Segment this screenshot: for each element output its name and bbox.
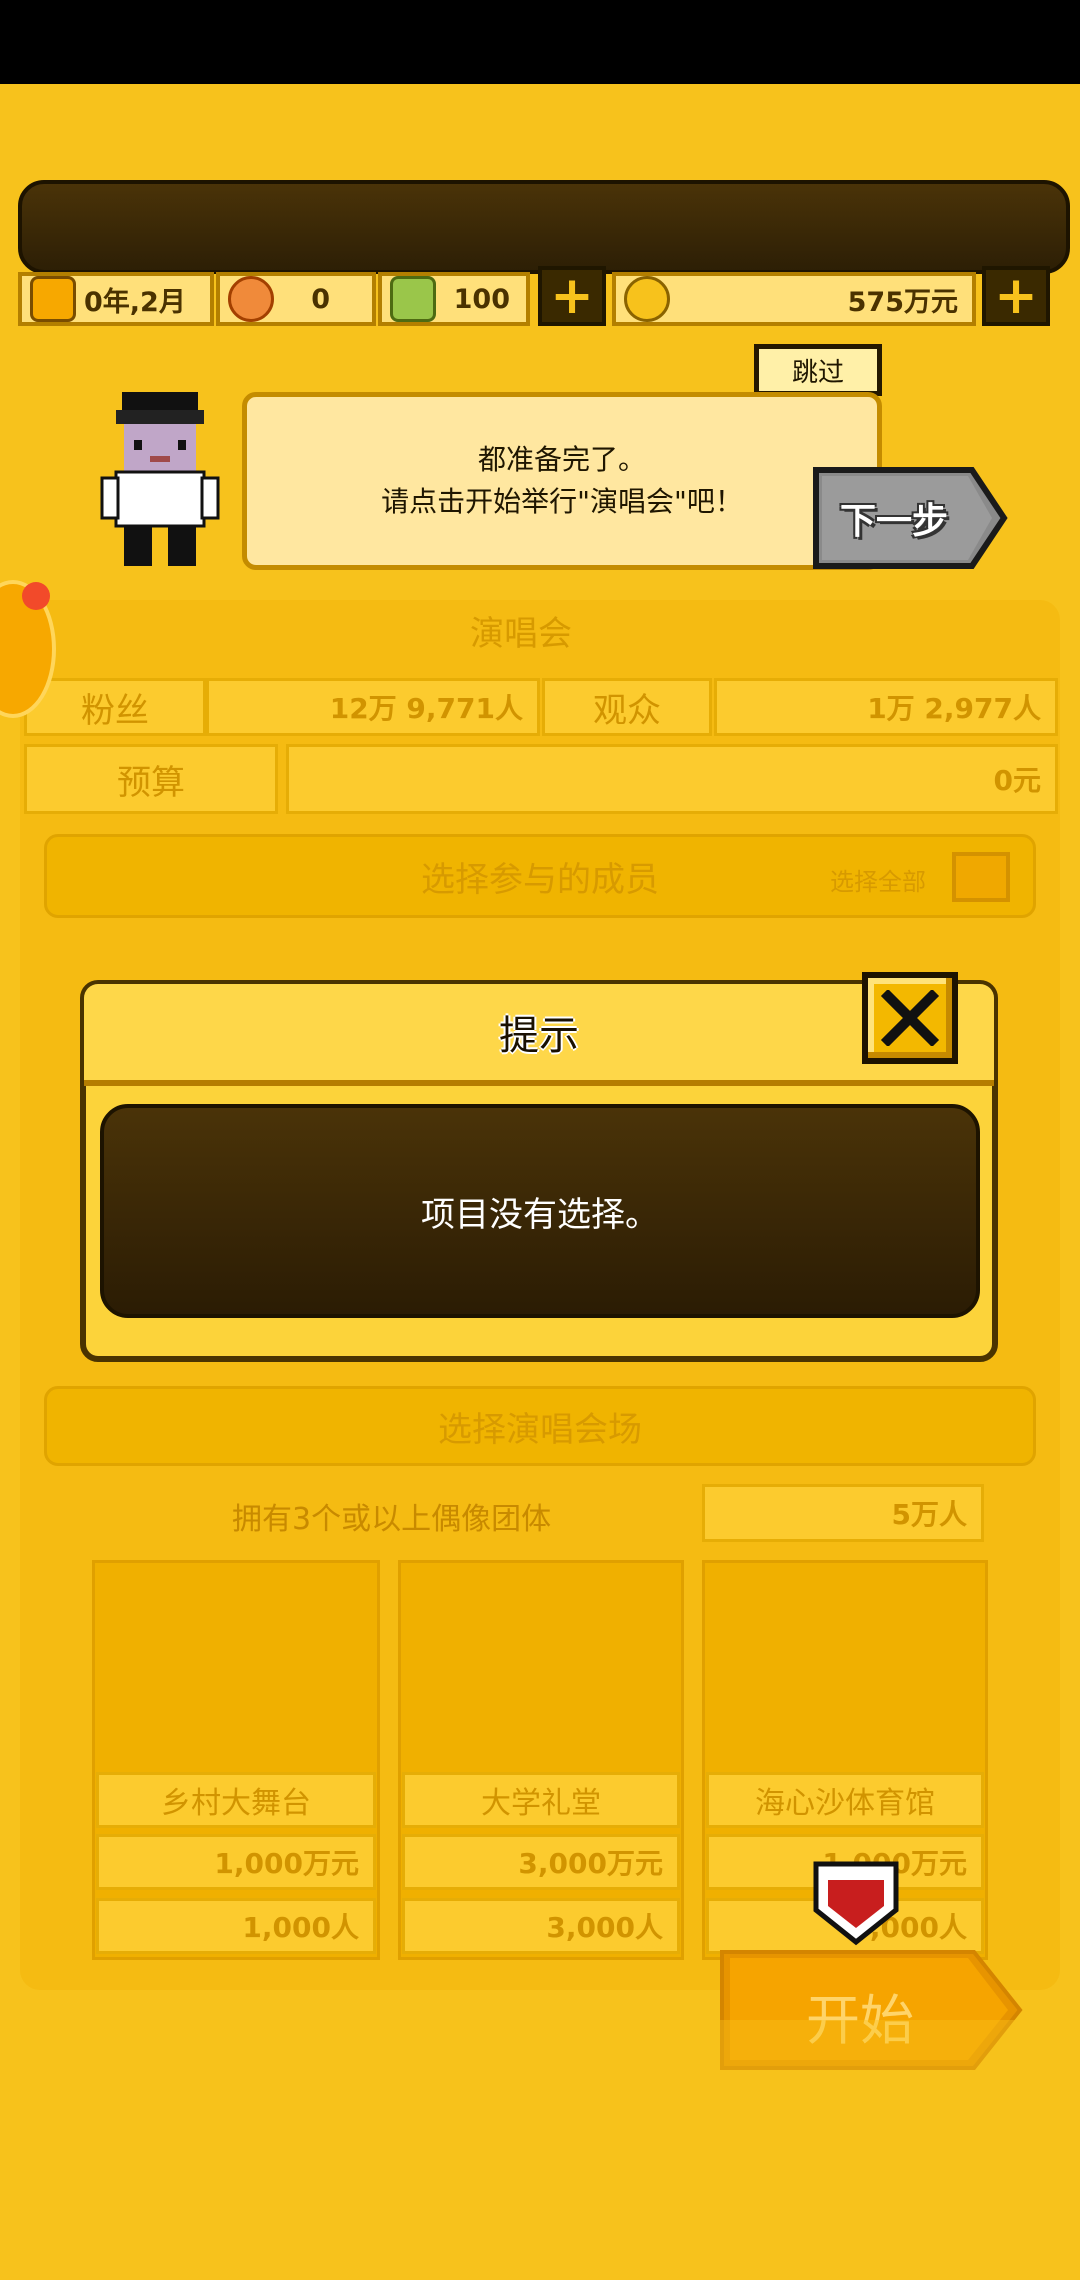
venue-2-cost: 3,000万元 — [402, 1834, 680, 1890]
hint-dialog-title: 提示 — [84, 984, 994, 1086]
concert-section-title: 演唱会 — [470, 614, 572, 654]
resource-a-display: 0 — [216, 272, 376, 326]
select-all-checkbox[interactable] — [952, 852, 1010, 902]
budget-value: 0元 — [286, 744, 1058, 814]
next-step-label: 下一步 — [840, 501, 949, 542]
gem-orange-icon — [228, 276, 274, 322]
resource-b-value: 100 — [453, 283, 510, 315]
venue-2-name: 大学礼堂 — [402, 1772, 680, 1828]
venue-1-name: 乡村大舞台 — [96, 1772, 376, 1828]
date-text: 0年,2月 — [84, 286, 186, 318]
resource-b-display: 100 — [378, 272, 530, 326]
ticket-green-icon — [390, 276, 436, 322]
add-resource-button[interactable]: + — [538, 266, 606, 326]
fans-label: 粉丝 — [24, 678, 206, 736]
bottom-nav — [0, 2020, 1080, 2200]
fans-value: 12万 9,771人 — [206, 678, 540, 736]
budget-label: 预算 — [24, 744, 278, 814]
next-step-button[interactable]: 下一步 — [812, 466, 1008, 570]
title-bar — [18, 180, 1070, 274]
audience-value: 1万 2,977人 — [714, 678, 1058, 736]
tutorial-line-2: 请点击开始举行"演唱会"吧！ — [381, 485, 743, 518]
manager-character — [100, 392, 220, 568]
venue-section-header: 选择演唱会场 — [44, 1386, 1036, 1466]
add-money-button[interactable]: + — [982, 266, 1050, 326]
close-button[interactable] — [862, 972, 958, 1064]
tutorial-speech-bubble: 都准备完了。 请点击开始举行"演唱会"吧！ — [242, 392, 882, 570]
skip-button[interactable]: 跳过 — [754, 344, 882, 396]
close-icon — [880, 990, 940, 1046]
hint-message: 项目没有选择。 — [100, 1104, 980, 1318]
venue-1-capacity: 1,000人 — [96, 1898, 376, 1954]
members-section-title: 选择参与的成员 — [421, 859, 659, 900]
venue-1-cost: 1,000万元 — [96, 1834, 376, 1890]
money-display: 575万元 — [612, 272, 976, 326]
venue-2-capacity: 3,000人 — [402, 1898, 680, 1954]
coin-icon — [624, 276, 670, 322]
status-bar — [0, 0, 1080, 84]
tutorial-line-1: 都准备完了。 — [477, 443, 646, 476]
money-value: 575万元 — [847, 286, 958, 318]
select-all-label: 选择全部 — [830, 868, 926, 896]
venue-capacity-top: 5万人 — [702, 1484, 984, 1542]
venue-3-name: 海心沙体育馆 — [706, 1772, 984, 1828]
venue-condition-text: 拥有3个或以上偶像团体 — [232, 1502, 552, 1537]
notification-dot — [22, 582, 50, 610]
audience-label: 观众 — [542, 678, 712, 736]
venue-section-title: 选择演唱会场 — [438, 1409, 642, 1450]
resource-a-value: 0 — [311, 283, 330, 315]
calendar-icon — [30, 276, 76, 322]
date-display: 0年,2月 — [18, 272, 214, 326]
tutorial-pointer-icon — [810, 1858, 902, 1948]
